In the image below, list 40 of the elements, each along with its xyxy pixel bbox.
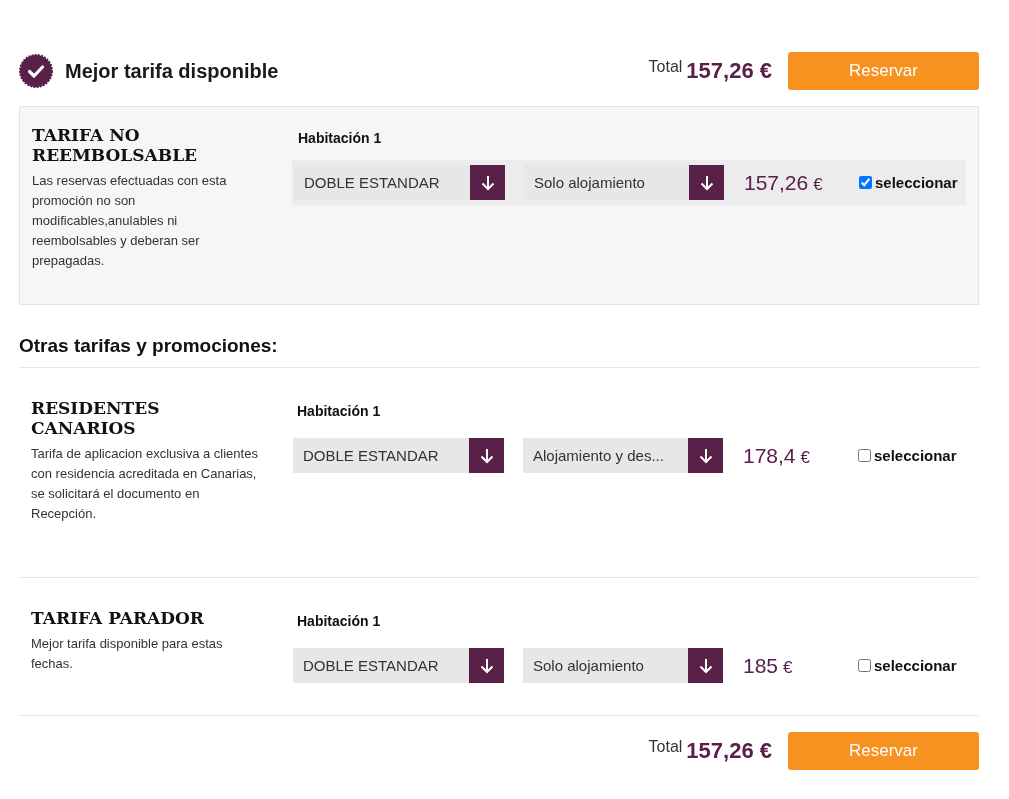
arrow-down-icon[interactable] [469, 438, 504, 473]
section-title: Otras tarifas y promociones: [19, 335, 979, 368]
check-badge-icon [19, 54, 53, 88]
price-amount: 185 [743, 653, 779, 678]
total-price: 157,26 € [686, 738, 772, 764]
arrow-down-icon[interactable] [689, 165, 724, 200]
plan-dropdown[interactable]: Alojamiento y des... [523, 438, 723, 473]
rate-description: Tarifa de aplicacion exclusiva a clientes con residencia acreditada en Canarias, se solicitará el documento en Recepción. [31, 445, 259, 523]
total-label: Total [648, 58, 683, 77]
arrow-down-icon[interactable] [688, 438, 723, 473]
arrow-down-icon[interactable] [469, 648, 504, 683]
plan-dropdown[interactable]: Solo alojamiento [524, 165, 724, 200]
room-label: Habitación 1 [297, 403, 382, 419]
rate-description: Mejor tarifa disponible para estas fechas. [31, 635, 224, 673]
price-amount: 178,4 [743, 443, 796, 468]
currency: € [800, 447, 811, 468]
room-dropdown[interactable]: DOBLE ESTANDAR [293, 648, 504, 683]
select-checkbox[interactable] [858, 449, 871, 462]
room-dropdown[interactable]: DOBLE ESTANDAR [293, 438, 504, 473]
section-title: Mejor tarifa disponible [65, 59, 279, 83]
total-price: 157,26 € [686, 58, 772, 84]
select-label: seleccionar [874, 447, 957, 464]
select-checkbox[interactable] [859, 176, 872, 189]
select-label: seleccionar [874, 657, 957, 674]
rate-name: TARIFA PARADOR [31, 608, 205, 628]
select-label: seleccionar [875, 174, 958, 191]
rate-name: TARIFA NO REEMBOLSABLE [32, 125, 199, 165]
rate-description: Las reservas efectuadas con esta promoción no son modificables,anulables ni reembolsables y deberan ser prepagadas. [32, 172, 228, 270]
currency: € [813, 174, 823, 195]
room-label: Habitación 1 [298, 130, 383, 146]
arrow-down-icon[interactable] [470, 165, 505, 200]
price-amount: 157,26 [744, 170, 809, 195]
room-dropdown[interactable]: DOBLE ESTANDAR [294, 165, 505, 200]
arrow-down-icon[interactable] [688, 648, 723, 683]
plan-dropdown[interactable]: Solo alojamiento [523, 648, 723, 683]
currency: € [783, 657, 793, 678]
total-label: Total [648, 738, 683, 757]
room-label: Habitación 1 [297, 613, 382, 629]
select-checkbox[interactable] [858, 659, 871, 672]
rate-name: RESIDENTES CANARIOS [31, 398, 161, 438]
